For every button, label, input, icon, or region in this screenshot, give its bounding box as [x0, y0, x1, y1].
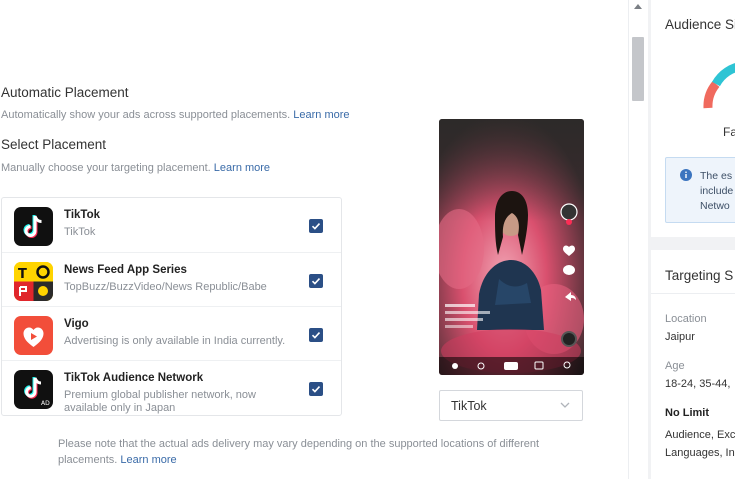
- check-icon: [311, 386, 321, 393]
- placement-name: Vigo: [64, 318, 89, 330]
- ad-preview-image: [439, 119, 584, 375]
- placement-desc: TikTok: [64, 226, 96, 238]
- select-learn-more-link[interactable]: Learn more: [214, 162, 270, 174]
- automatic-placement-desc: Automatically show your ads across suppo…: [1, 109, 350, 121]
- divider: [651, 293, 735, 294]
- targeting-summary-card: Targeting S Location Jaipur Age 18-24, 3…: [651, 250, 735, 479]
- select-placement-desc: Manually choose your targeting placement…: [1, 162, 270, 174]
- placement-checkbox-vigo[interactable]: [309, 328, 323, 342]
- no-limit-line: Languages, In: [665, 447, 735, 459]
- delivery-note: Please note that the actual ads delivery…: [58, 436, 598, 468]
- preview-select-value: TikTok: [451, 399, 487, 413]
- age-label: Age: [665, 360, 685, 372]
- audience-info-box: The es include Netwo: [665, 157, 735, 223]
- tiktok-audience-network-icon: AD: [14, 370, 53, 409]
- info-line: Netwo: [700, 200, 730, 212]
- placement-desc: TopBuzz/BuzzVideo/News Republic/Babe: [64, 281, 267, 293]
- placement-checkbox-news-feed[interactable]: [309, 274, 323, 288]
- audience-gauge-label: Fa: [723, 125, 735, 139]
- scrollbar-thumb[interactable]: [632, 37, 644, 101]
- automatic-learn-more-link[interactable]: Learn more: [293, 109, 349, 121]
- placement-desc: Premium global publisher network, now av…: [64, 389, 256, 414]
- chevron-down-icon: [560, 402, 570, 408]
- audience-info-text: The es include Netwo: [700, 169, 733, 214]
- placement-item-news-feed[interactable]: T News Feed App Series TopBuzz/BuzzVideo…: [2, 252, 341, 306]
- placement-name: News Feed App Series: [64, 264, 187, 276]
- preview-placement-select[interactable]: TikTok: [439, 390, 583, 421]
- placement-list: TikTok TikTok T News Feed App Series Top…: [1, 197, 342, 416]
- check-icon: [311, 278, 321, 285]
- placement-item-tiktok-audience-network[interactable]: AD TikTok Audience Network Premium globa…: [2, 360, 341, 414]
- scroll-up-icon[interactable]: [634, 4, 642, 9]
- info-icon: [680, 169, 692, 181]
- placement-desc: Advertising is only available in India c…: [64, 335, 286, 347]
- news-feed-icon: T: [14, 262, 53, 301]
- vigo-icon: [14, 316, 53, 355]
- svg-text:AD: AD: [41, 400, 50, 407]
- audience-gauge: [703, 63, 735, 109]
- check-icon: [311, 223, 321, 230]
- audience-size-card: Audience Si Fa The es include Netwo: [651, 0, 735, 237]
- location-label: Location: [665, 313, 707, 325]
- placement-item-vigo[interactable]: Vigo Advertising is only available in In…: [2, 306, 341, 360]
- scrollbar[interactable]: [628, 0, 648, 479]
- age-value: 18-24, 35-44,: [665, 378, 731, 390]
- placement-checkbox-tiktok[interactable]: [309, 219, 323, 233]
- tiktok-icon: [14, 207, 53, 246]
- placement-name: TikTok: [64, 209, 100, 221]
- targeting-card-title: Targeting S: [665, 268, 734, 283]
- select-placement-desc-text: Manually choose your targeting placement…: [1, 162, 211, 174]
- automatic-placement-desc-text: Automatically show your ads across suppo…: [1, 109, 291, 121]
- location-value: Jaipur: [665, 331, 695, 343]
- placement-checkbox-tiktok-audience-network[interactable]: [309, 382, 323, 396]
- placement-item-tiktok[interactable]: TikTok TikTok: [2, 198, 341, 252]
- svg-text:T: T: [18, 267, 27, 282]
- automatic-placement-title: Automatic Placement: [1, 85, 129, 100]
- no-limit-line: Audience, Exc: [665, 429, 735, 441]
- placement-name: TikTok Audience Network: [64, 372, 204, 384]
- info-line: The es: [700, 170, 733, 182]
- audience-card-title: Audience Si: [665, 17, 735, 32]
- placement-panel: Automatic Placement Automatically show y…: [0, 0, 628, 479]
- note-learn-more-link[interactable]: Learn more: [120, 454, 176, 466]
- check-icon: [311, 332, 321, 339]
- select-placement-title: Select Placement: [1, 137, 107, 152]
- no-limit-label: No Limit: [665, 407, 709, 419]
- info-line: include: [700, 185, 734, 197]
